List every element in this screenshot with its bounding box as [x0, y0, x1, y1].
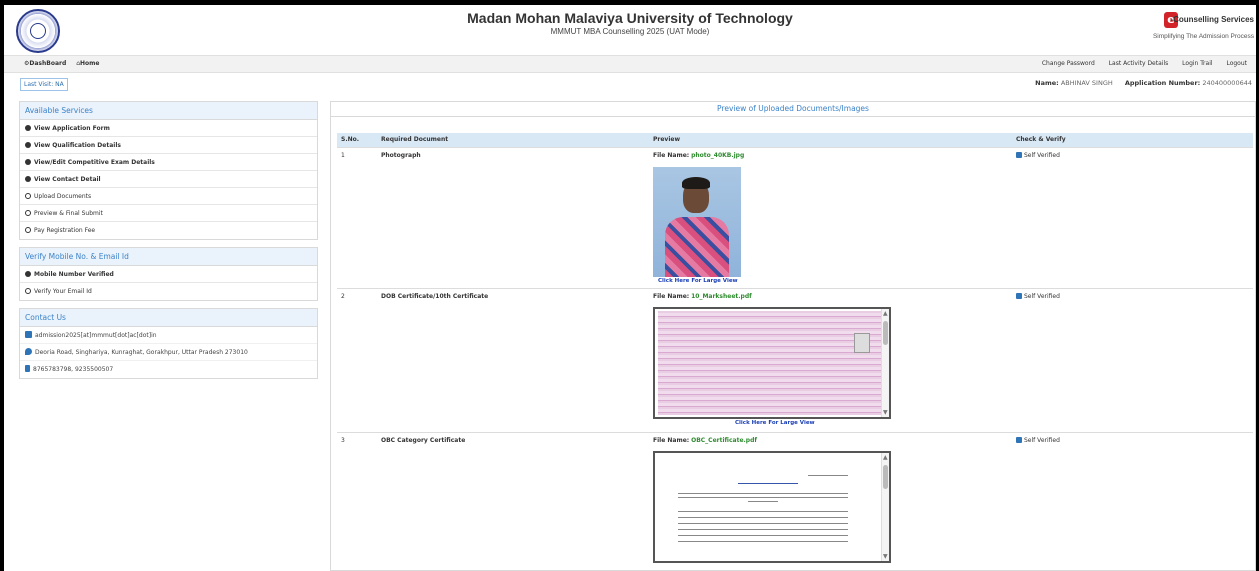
contact-panel: Contact Us admission2025[at]mmmut[dot]ac… [19, 308, 318, 379]
col-sno: S.No. [337, 133, 377, 147]
verify-item-label: Mobile Number Verified [34, 271, 114, 278]
site-header: Madan Mohan Malaviya University of Techn… [4, 5, 1256, 55]
check-circle-icon [25, 176, 31, 182]
visit-info-row: Last Visit: NA Name: ABHINAV SINGH Appli… [4, 74, 1256, 94]
row-sno: 3 [337, 431, 377, 567]
service-item[interactable]: View/Edit Competitive Exam Details [20, 154, 317, 171]
file-name: photo_40KB.jpg [691, 151, 745, 159]
table-row: 3 OBC Category Certificate File Name: OB… [337, 431, 1253, 567]
check-circle-icon [25, 125, 31, 131]
row-document: OBC Category Certificate [377, 431, 649, 567]
pdf-preview[interactable]: ▲ ▼ [653, 306, 891, 419]
contact-heading: Contact Us [20, 309, 317, 327]
home-link[interactable]: ⌂Home [76, 60, 99, 67]
brand-name: -Counselling Services [1170, 15, 1254, 24]
service-item[interactable]: View Contact Detail [20, 171, 317, 188]
service-item-label: View/Edit Competitive Exam Details [34, 159, 155, 166]
table-row: 2 DOB Certificate/10th Certificate File … [337, 287, 1253, 432]
row-verify: Self Verified [1012, 287, 1253, 432]
large-view-link[interactable]: Click Here For Large View [735, 420, 1008, 426]
map-pin-icon [25, 348, 32, 355]
verify-panel: Verify Mobile No. & Email Id Mobile Numb… [19, 247, 318, 301]
service-item-label: View Contact Detail [34, 176, 101, 183]
pdf-scrollbar[interactable]: ▲ ▼ [881, 308, 889, 417]
documents-heading: Preview of Uploaded Documents/Images [331, 102, 1255, 117]
service-item[interactable]: View Application Form [20, 120, 317, 137]
check-circle-icon [25, 271, 31, 277]
circle-icon [25, 288, 31, 294]
col-preview: Preview [649, 133, 1012, 147]
row-verify: Self Verified [1012, 146, 1253, 288]
top-navbar: ⚙DashBoard ⌂Home Change Password Last Ac… [4, 55, 1256, 73]
last-activity-link[interactable]: Last Activity Details [1106, 59, 1172, 68]
login-trail-link[interactable]: Login Trail [1179, 59, 1215, 68]
photo-preview[interactable] [653, 166, 741, 277]
verify-item[interactable]: Mobile Number Verified [20, 266, 317, 283]
change-password-link[interactable]: Change Password [1039, 59, 1098, 68]
circle-icon [25, 210, 31, 216]
logout-link[interactable]: Logout [1223, 59, 1250, 68]
row-sno: 2 [337, 287, 377, 432]
service-item[interactable]: Pay Registration Fee [20, 222, 317, 239]
last-visit-badge: Last Visit: NA [20, 78, 68, 91]
service-item[interactable]: Preview & Final Submit [20, 205, 317, 222]
service-item-label: Upload Documents [34, 193, 92, 200]
checkbox-checked[interactable] [1016, 436, 1022, 443]
service-item-label: Preview & Final Submit [34, 210, 103, 217]
service-item[interactable]: Upload Documents [20, 188, 317, 205]
verify-item-label: Verify Your Email Id [34, 288, 92, 295]
file-name: 10_Marksheet.pdf [691, 292, 752, 300]
row-verify: Self Verified [1012, 431, 1253, 567]
phone-icon [25, 365, 30, 372]
row-document: Photograph [377, 146, 649, 288]
circle-icon [25, 227, 31, 233]
col-check-verify: Check & Verify [1012, 133, 1253, 147]
page-subtitle: MMMUT MBA Counselling 2025 (UAT Mode) [550, 27, 710, 36]
service-item-label: View Application Form [34, 125, 110, 132]
documents-panel: Preview of Uploaded Documents/Images S.N… [330, 101, 1256, 571]
documents-table: S.No. Required Document Preview Check & … [337, 133, 1253, 567]
checkbox-checked[interactable] [1016, 292, 1022, 299]
row-preview: File Name: OBC_Certificate.pdf ▲ ▼ [649, 431, 1012, 567]
check-circle-icon [25, 142, 31, 148]
contact-email: admission2025[at]mmmut[dot]ac[dot]in [20, 327, 317, 344]
page-title: Madan Mohan Malaviya University of Techn… [467, 10, 793, 26]
services-panel: Available Services View Application Form… [19, 101, 318, 240]
user-name: ABHINAV SINGH [1060, 79, 1113, 87]
row-sno: 1 [337, 146, 377, 288]
services-heading: Available Services [20, 102, 317, 120]
table-row: 1 Photograph File Name: photo_40KB.jpg C… [337, 146, 1253, 288]
large-view-link[interactable]: Click Here For Large View [658, 278, 1008, 284]
pdf-scrollbar[interactable]: ▲ ▼ [881, 452, 889, 561]
contact-address: Deoria Road, Singhariya, Kunraghat, Gora… [20, 344, 317, 361]
contact-phone: 8765783798, 9235500507 [20, 361, 317, 378]
user-info: Name: ABHINAV SINGH Application Number: … [1035, 79, 1252, 87]
row-preview: File Name: photo_40KB.jpg Click Here For… [649, 146, 1012, 288]
row-preview: File Name: 10_Marksheet.pdf ▲ ▼ Click Her… [649, 287, 1012, 432]
dashboard-link[interactable]: ⚙DashBoard [24, 60, 66, 67]
sidebar: Available Services View Application Form… [19, 101, 318, 386]
circle-icon [25, 193, 31, 199]
service-item-label: Pay Registration Fee [34, 227, 96, 234]
checkbox-checked[interactable] [1016, 151, 1022, 158]
application-number: 240400000644 [1202, 79, 1252, 87]
verify-heading: Verify Mobile No. & Email Id [20, 248, 317, 266]
file-name: OBC_Certificate.pdf [691, 436, 757, 444]
mail-icon [25, 331, 32, 338]
verify-item[interactable]: Verify Your Email Id [20, 283, 317, 300]
service-item[interactable]: View Qualification Details [20, 137, 317, 154]
row-document: DOB Certificate/10th Certificate [377, 287, 649, 432]
brand-tagline: Simplifying The Admission Process [1152, 33, 1254, 40]
service-item-label: View Qualification Details [34, 142, 121, 149]
check-circle-icon [25, 159, 31, 165]
col-document: Required Document [377, 133, 649, 147]
pdf-preview[interactable]: ▲ ▼ [653, 450, 891, 563]
